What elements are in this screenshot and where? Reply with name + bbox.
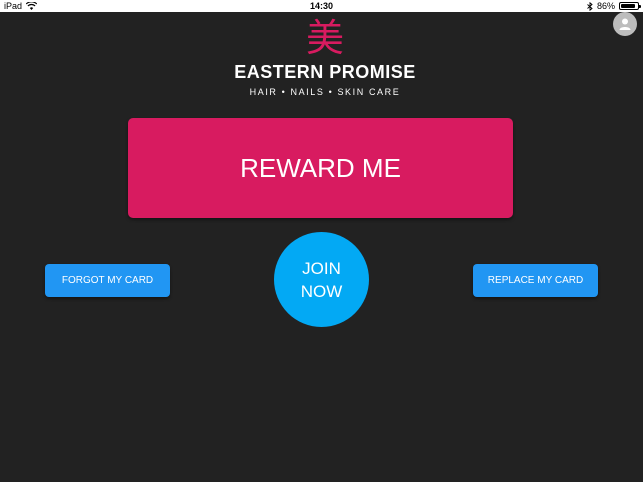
battery-percent: 86% bbox=[596, 1, 615, 11]
brand-name: EASTERN PROMISE bbox=[234, 62, 416, 82]
status-time: 14:30 bbox=[309, 1, 334, 11]
status-bar: iPad 14:30 86% bbox=[0, 0, 643, 12]
replace-my-card-button[interactable]: REPLACE MY CARD bbox=[473, 264, 598, 297]
user-avatar-icon[interactable] bbox=[613, 12, 637, 36]
join-label-line2: NOW bbox=[300, 281, 343, 301]
join-now-button[interactable]: JOIN NOW bbox=[274, 232, 369, 327]
battery-icon bbox=[619, 2, 641, 10]
brand-tagline: HAIR • NAILS • SKIN CARE bbox=[249, 87, 401, 97]
forgot-my-card-button[interactable]: FORGOT MY CARD bbox=[45, 264, 170, 297]
bluetooth-icon bbox=[587, 1, 593, 11]
person-icon bbox=[619, 18, 631, 30]
join-label-line1: JOIN bbox=[302, 258, 341, 278]
battery-level bbox=[621, 4, 635, 8]
reward-me-button[interactable]: REWARD ME bbox=[128, 118, 513, 218]
logo-glyph: 美 bbox=[305, 16, 344, 60]
status-right: 86% bbox=[587, 0, 641, 12]
brand-logo: 美 EASTERN PROMISE HAIR • NAILS • SKIN CA… bbox=[180, 16, 470, 106]
